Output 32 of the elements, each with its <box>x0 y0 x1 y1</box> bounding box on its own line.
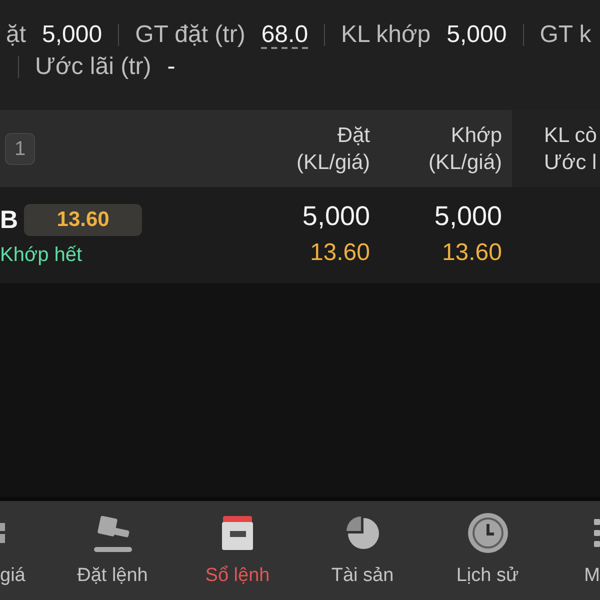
summary-label: KL khớp <box>341 20 431 50</box>
summary-label: GT k <box>540 20 592 50</box>
column-header: Khớp (KL/giá) <box>427 122 502 176</box>
nav-tab[interactable]: Tài sản <box>300 501 425 600</box>
price-text: 13.60 <box>310 238 370 268</box>
summary-label: Ước lãi (tr) <box>35 52 152 82</box>
nav-tab[interactable]: giá <box>0 501 50 600</box>
nav-tab[interactable]: M <box>550 501 600 600</box>
box-icon <box>222 516 253 550</box>
dots-icon <box>594 519 600 547</box>
order-row[interactable]: B 13.60 Khớp hết 5,000 13.60 5,000 13.60 <box>0 187 600 283</box>
price-badge: 13.60 <box>24 204 142 236</box>
nav-tab[interactable]: Lịch sử <box>425 501 550 600</box>
nav-tab[interactable]: Đặt lệnh <box>50 501 175 600</box>
summary-value: 5,000 <box>446 20 507 50</box>
summary-value: 68.0 <box>261 20 308 50</box>
price-text: 13.60 <box>442 238 502 268</box>
symbol-text: B <box>0 205 18 235</box>
count-badge: 1 <box>5 132 35 164</box>
summary-value: - <box>167 52 176 82</box>
bars-icon <box>0 523 5 543</box>
column-header: KL cò Ước l <box>544 122 597 176</box>
summary-value: 5,000 <box>42 20 102 50</box>
pie-chart-icon <box>346 516 380 550</box>
summary-label: GT đặt (tr) <box>135 20 246 50</box>
gavel-icon <box>94 514 132 552</box>
column-header: Đặt (KL/giá) <box>295 122 370 176</box>
clock-icon <box>468 513 508 553</box>
quantity-text: 5,000 <box>302 200 370 232</box>
status-text: Khớp hết <box>0 243 82 268</box>
quantity-text: 5,000 <box>434 200 502 232</box>
summary-label: ặt <box>6 20 26 50</box>
